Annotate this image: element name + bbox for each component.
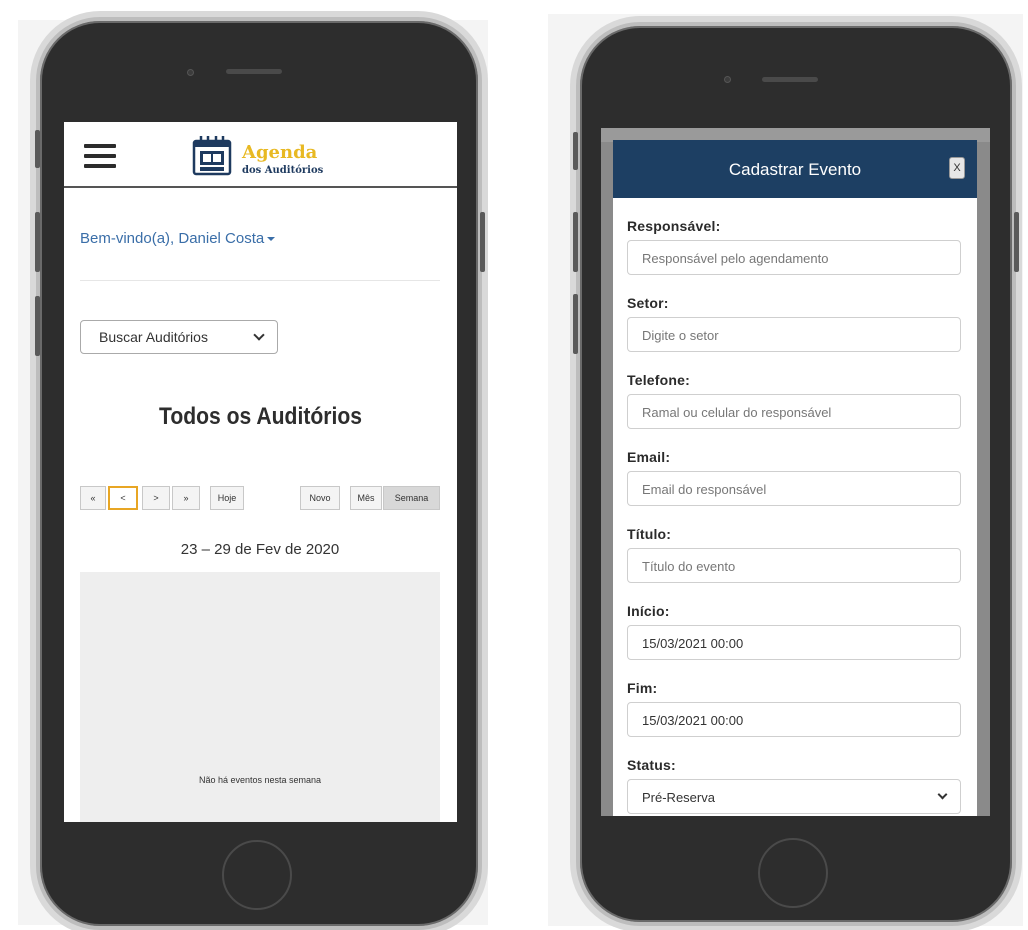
welcome-text: Bem-vindo(a), Daniel Costa bbox=[80, 230, 265, 247]
start-label: Início: bbox=[627, 603, 670, 619]
register-event-modal: Cadastrar Evento X Responsável: Responsá… bbox=[613, 140, 977, 816]
welcome-dropdown[interactable]: Bem-vindo(a), Daniel Costa bbox=[80, 230, 276, 247]
new-event-button[interactable]: Novo bbox=[300, 486, 340, 510]
calendar-logo-icon bbox=[192, 136, 232, 176]
prev-button[interactable]: < bbox=[108, 486, 138, 510]
phone-input[interactable]: Ramal ou celular do responsável bbox=[627, 394, 961, 429]
caret-down-icon bbox=[267, 237, 276, 242]
status-select-value: Pré-Reserva bbox=[642, 790, 715, 805]
responsible-label: Responsável: bbox=[627, 218, 721, 234]
phone-label: Telefone: bbox=[627, 372, 690, 388]
month-view-button[interactable]: Mês bbox=[350, 486, 382, 510]
page-title: Todos os Auditórios bbox=[159, 403, 362, 430]
start-input[interactable]: 15/03/2021 00:00 bbox=[627, 625, 961, 660]
sector-input[interactable]: Digite o setor bbox=[627, 317, 961, 352]
right-phone-volume-up bbox=[573, 212, 578, 272]
logo-title: Agenda bbox=[242, 142, 318, 163]
left-phone-volume-down bbox=[35, 296, 40, 356]
responsible-input[interactable]: Responsável pelo agendamento bbox=[627, 240, 961, 275]
week-view-button[interactable]: Semana bbox=[383, 486, 440, 510]
right-phone-volume-down bbox=[573, 294, 578, 354]
date-range: 23 – 29 de Fev de 2020 bbox=[180, 541, 340, 558]
left-phone-volume-up bbox=[35, 212, 40, 272]
modal-title: Cadastrar Evento bbox=[728, 160, 862, 179]
left-phone-side-button bbox=[35, 130, 40, 168]
title-label: Título: bbox=[627, 526, 672, 542]
end-input[interactable]: 15/03/2021 00:00 bbox=[627, 702, 961, 737]
divider bbox=[80, 280, 440, 281]
email-label: Email: bbox=[627, 449, 671, 465]
calendar-area: Não há eventos nesta semana bbox=[80, 572, 440, 822]
first-button[interactable]: « bbox=[80, 486, 106, 510]
status-select[interactable]: Pré-Reserva bbox=[627, 779, 961, 814]
next-button[interactable]: > bbox=[142, 486, 170, 510]
email-input[interactable]: Email do responsável bbox=[627, 471, 961, 506]
logo-subtitle: dos Auditórios bbox=[242, 165, 324, 176]
chevron-down-icon bbox=[937, 789, 948, 800]
auditorium-select[interactable]: Buscar Auditórios bbox=[80, 320, 278, 354]
end-label: Fim: bbox=[627, 680, 658, 696]
status-label: Status: bbox=[627, 757, 676, 773]
today-button[interactable]: Hoje bbox=[210, 486, 244, 510]
chevron-down-icon bbox=[253, 329, 265, 341]
last-button[interactable]: » bbox=[172, 486, 200, 510]
empty-message: Não há eventos nesta semana bbox=[198, 775, 322, 785]
close-icon[interactable]: X bbox=[949, 157, 965, 179]
left-phone-speaker bbox=[226, 69, 282, 74]
left-phone-home-button bbox=[222, 840, 292, 910]
left-phone-power-button bbox=[480, 212, 485, 272]
sector-label: Setor: bbox=[627, 295, 669, 311]
right-phone-home-button bbox=[758, 838, 828, 908]
right-screen: Cadastrar Evento X Responsável: Responsá… bbox=[601, 128, 990, 816]
hamburger-menu-icon[interactable] bbox=[84, 144, 116, 168]
right-phone-speaker bbox=[762, 77, 818, 82]
app-header: Agenda dos Auditórios bbox=[64, 122, 457, 188]
left-screen: Agenda dos Auditórios Bem-vindo(a), Dani… bbox=[64, 122, 457, 822]
left-phone-camera bbox=[187, 69, 194, 76]
modal-header: Cadastrar Evento X bbox=[613, 140, 977, 198]
title-input[interactable]: Título do evento bbox=[627, 548, 961, 583]
right-phone-power-button bbox=[1014, 212, 1019, 272]
right-phone-camera bbox=[724, 76, 731, 83]
right-phone-side-button bbox=[573, 132, 578, 170]
auditorium-select-value: Buscar Auditórios bbox=[99, 329, 208, 345]
